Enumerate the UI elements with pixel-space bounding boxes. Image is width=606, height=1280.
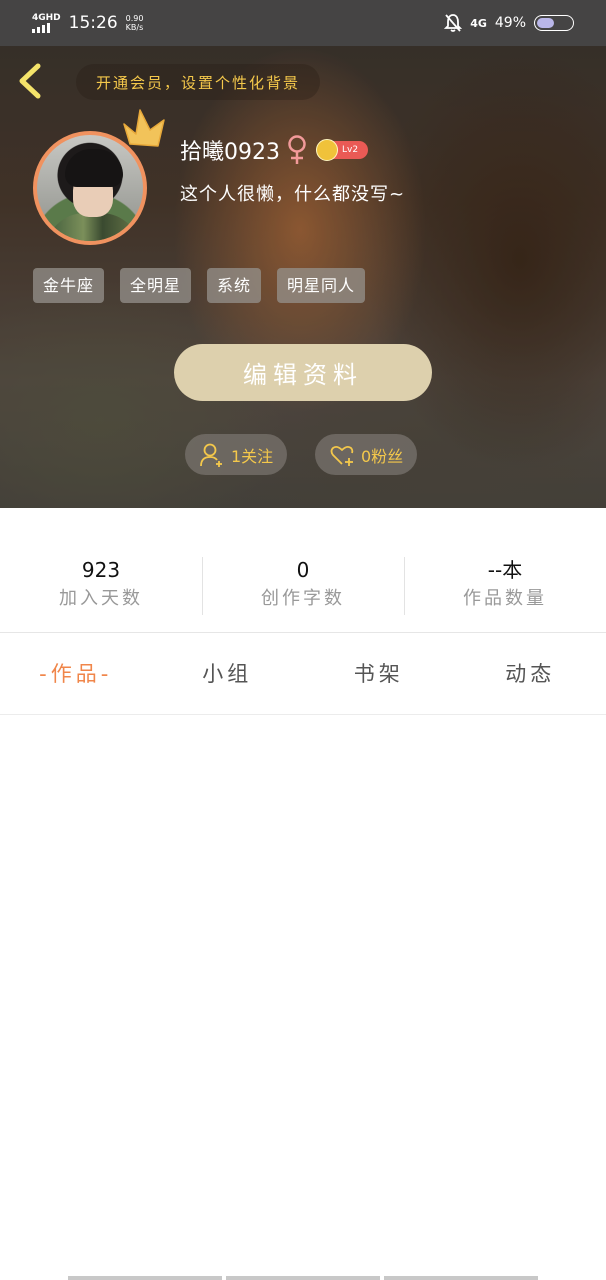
tab-works[interactable]: -作品- <box>0 652 152 696</box>
tag-chip: 明星同人 <box>277 268 366 303</box>
signal-indicator: 4GHD <box>32 12 61 33</box>
fans-button[interactable]: 0粉丝 <box>315 434 418 475</box>
stat-works-count[interactable]: --本 作品数量 <box>404 555 606 617</box>
speed-unit: KB/s <box>125 23 144 32</box>
following-button[interactable]: 1关注 <box>185 434 288 475</box>
username: 拾曦0923 <box>180 140 280 165</box>
profile-tabs: -作品- 小组 书架 动态 <box>0 652 606 696</box>
gesture-segment[interactable] <box>68 1276 222 1280</box>
tab-bookshelf[interactable]: 书架 <box>303 652 455 696</box>
battery-percent: 49% <box>494 15 526 31</box>
stats-row: 923 加入天数 0 创作字数 --本 作品数量 <box>0 555 606 617</box>
avatar-body <box>45 213 141 241</box>
stat-label: 作品数量 <box>463 588 547 609</box>
network-speed: 0.90 KB/s <box>126 14 144 32</box>
divider <box>0 632 606 633</box>
speed-value: 0.90 <box>125 14 144 23</box>
stat-join-days[interactable]: 923 加入天数 <box>0 555 202 617</box>
stat-value: 923 <box>81 558 121 582</box>
tag-chip: 全明星 <box>120 268 192 303</box>
stat-value: 0 <box>296 558 310 582</box>
status-time: 15:26 <box>68 13 118 33</box>
status-right: 4G 49% <box>444 13 574 33</box>
user-tags: 金牛座 全明星 系统 明星同人 <box>33 268 366 303</box>
edit-profile-button[interactable]: 编辑资料 <box>174 344 432 401</box>
battery-fill <box>537 18 554 28</box>
stat-label: 创作字数 <box>261 588 345 609</box>
level-badge: Lv2 <box>316 139 369 161</box>
stat-label: 加入天数 <box>59 588 143 609</box>
level-crown-icon <box>316 139 338 161</box>
fans-label: 0粉丝 <box>361 446 404 466</box>
female-icon <box>288 135 306 164</box>
add-user-icon <box>200 443 222 467</box>
tag-chip: 系统 <box>207 268 262 303</box>
battery-icon <box>534 15 574 31</box>
network-label: 4GHD <box>32 12 61 23</box>
following-label: 1关注 <box>231 446 274 466</box>
stat-value: --本 <box>487 558 523 582</box>
gesture-segment[interactable] <box>384 1276 538 1280</box>
signal-bars-icon <box>32 22 50 33</box>
mute-bell-icon <box>444 14 463 32</box>
profile-page: 4GHD 15:26 0.90 KB/s 4G 49% 开通会员，设置个性化背景 <box>0 0 606 1280</box>
stat-word-count[interactable]: 0 创作字数 <box>202 555 404 617</box>
avatar-hair <box>65 149 123 187</box>
tab-groups[interactable]: 小组 <box>152 652 304 696</box>
user-bio: 这个人很懒，什么都没写~ <box>180 184 406 205</box>
user-info-row: 拾曦0923 Lv2 <box>180 134 369 166</box>
gesture-segment[interactable] <box>226 1276 380 1280</box>
gesture-bar <box>68 1276 538 1280</box>
back-arrow-icon[interactable] <box>14 60 48 102</box>
tab-activity[interactable]: 动态 <box>455 652 606 696</box>
tag-chip: 金牛座 <box>33 268 105 303</box>
net-type-label: 4G <box>470 16 487 30</box>
heart-plus-icon <box>330 445 354 466</box>
status-bar: 4GHD 15:26 0.90 KB/s 4G 49% <box>0 0 606 46</box>
vip-background-banner[interactable]: 开通会员，设置个性化背景 <box>76 64 321 100</box>
divider <box>0 714 606 715</box>
avatar[interactable] <box>33 131 147 245</box>
